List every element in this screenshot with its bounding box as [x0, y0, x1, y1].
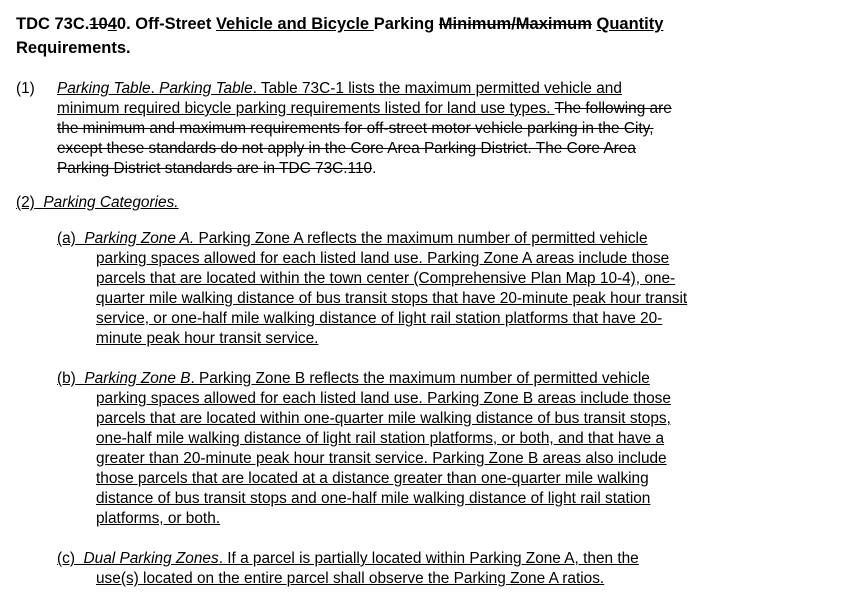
item-a-line: quarter mile walking distance of bus tra…	[96, 290, 688, 307]
heading-deleted-text: Minimum/Maximum	[438, 15, 592, 33]
section-1-deleted-text: except these standards do not apply in t…	[57, 140, 636, 157]
item-c-title: Dual Parking Zones	[83, 550, 219, 567]
item-b-line: one-half mile walking distance of light …	[96, 430, 665, 447]
item-c-line: use(s) located on the entire parcel shal…	[96, 570, 605, 587]
section-2-title: Parking Categories.	[43, 194, 179, 211]
section-2-number: (2)	[16, 194, 35, 211]
item-c-line: . If a parcel is partially located withi…	[218, 550, 639, 567]
section-1-deleted-text: the minimum and maximum requirements for…	[57, 120, 654, 137]
heading-inserted-text: Quantity	[596, 15, 664, 33]
item-b-line: . Parking Zone B reflects the maximum nu…	[190, 370, 650, 387]
heading-part: Requirements.	[16, 39, 131, 57]
item-a-body: parking spaces allowed for each listed l…	[96, 249, 687, 349]
item-c-body: use(s) located on the entire parcel shal…	[96, 569, 604, 589]
section-1-line: . Table 73C-1 lists the maximum permitte…	[252, 80, 622, 97]
item-b-title: Parking Zone B	[84, 370, 191, 387]
heading-part: TDC 73C.	[16, 15, 90, 33]
item-b-line: platforms, or both.	[96, 510, 221, 527]
item-b-line: those parcels that are located at a dist…	[96, 470, 649, 487]
item-a-title: Parking Zone A.	[84, 230, 195, 247]
item-a-line: service, or one-half mile walking distan…	[96, 310, 663, 327]
section-2: (2) Parking Categories.	[16, 193, 179, 213]
section-1-deleted-text: The following are	[554, 100, 672, 117]
heading-deleted-text: 10	[89, 15, 108, 33]
item-a-line: parking spaces allowed for each listed l…	[96, 250, 670, 267]
section-1-body: Parking Table. Parking Table. Table 73C-…	[57, 80, 672, 177]
heading-part: Parking	[373, 15, 439, 33]
document-page: TDC 73C.1040. Off-Street Vehicle and Bic…	[0, 0, 842, 601]
section-1-line: minimum required bicycle parking require…	[57, 100, 555, 117]
item-a-line: minute peak hour transit service.	[96, 330, 319, 347]
item-b-line: parking spaces allowed for each listed l…	[96, 390, 671, 407]
item-b-line: greater than 20-minute peak hour transit…	[96, 450, 667, 467]
item-b-body: parking spaces allowed for each listed l…	[96, 389, 671, 529]
item-a-line: parcels that are located within the town…	[96, 270, 676, 287]
section-1-deleted-text: Parking District standards are in TDC 73…	[57, 160, 373, 177]
item-b: (b) Parking Zone B. Parking Zone B refle…	[57, 369, 650, 389]
item-c: (c) Dual Parking Zones. If a parcel is p…	[57, 549, 639, 569]
item-a-line: Parking Zone A reflects the maximum numb…	[194, 230, 648, 247]
section-1-title-repeat: Parking Table	[159, 80, 253, 97]
item-b-line: distance of bus transit stops and one-ha…	[96, 490, 651, 507]
item-b-line: parcels that are located within one-quar…	[96, 410, 671, 427]
heading-part: 0. Off-Street	[116, 15, 216, 33]
section-1-number: (1)	[16, 80, 35, 97]
heading-inserted-text: 4	[107, 15, 117, 33]
item-b-number: (b)	[57, 370, 76, 387]
heading-inserted-text: Vehicle and Bicycle	[215, 15, 374, 33]
item-a: (a) Parking Zone A. Parking Zone A refle…	[57, 229, 648, 249]
item-a-number: (a)	[57, 230, 76, 247]
section-1-title: Parking Table	[57, 80, 151, 97]
section-heading: TDC 73C.1040. Off-Street Vehicle and Bic…	[16, 12, 816, 60]
item-c-number: (c)	[57, 550, 75, 567]
section-1-line-end: .	[372, 160, 377, 177]
